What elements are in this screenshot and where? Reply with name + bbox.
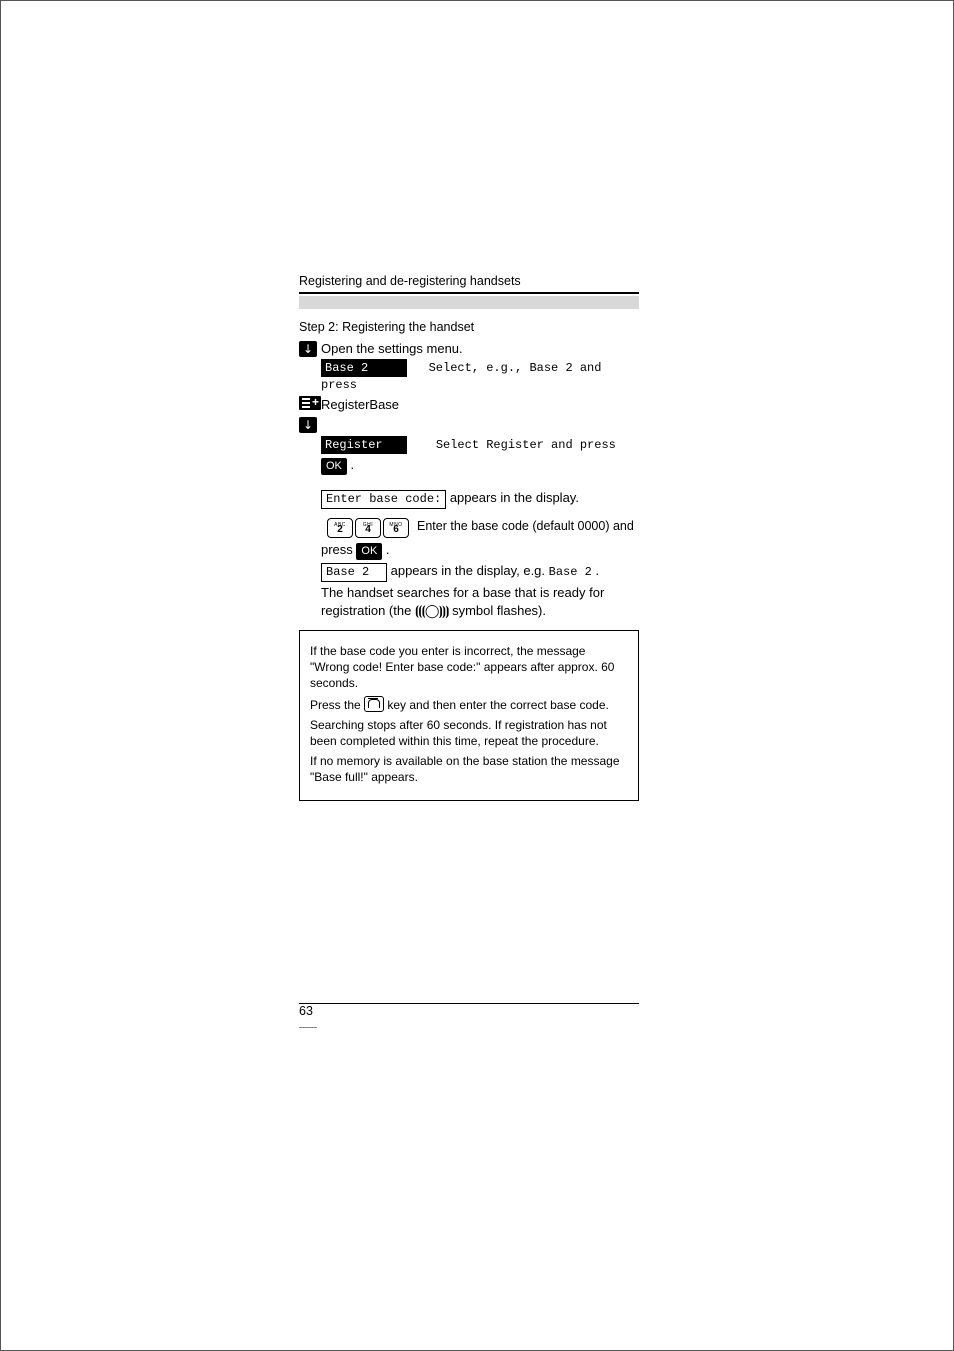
step-press-ok: press OK . [299, 541, 639, 560]
heading-block: Registering and de-registering handsets [299, 273, 639, 309]
txt-press: press [321, 542, 356, 557]
txt-register-code: Register [486, 438, 544, 452]
spacer [299, 511, 639, 515]
list-add-icon [299, 396, 321, 410]
info-p3: Searching stops after 60 seconds. If reg… [310, 717, 628, 749]
text-open-settings: Open the settings menu. [321, 340, 639, 358]
spacer [299, 477, 639, 487]
txt-appears-eg: appears in the display, e.g. [387, 563, 549, 578]
ok-pill-2: OK [356, 543, 382, 560]
step-select-register: Register Select Register and press [299, 436, 639, 454]
handset-key-icon[interactable] [364, 696, 384, 712]
txt-enter-code: Enter the base code (default 0000) and [417, 518, 634, 538]
page: Registering and de-registering handsets … [0, 0, 954, 1351]
txt-base2-code: Base 2 [529, 361, 572, 375]
ok-pill-1: OK [321, 458, 347, 475]
txt-registerbase: RegisterBase [321, 396, 639, 414]
content-column: Registering and de-registering handsets … [299, 273, 639, 801]
step-prompt: Enter base code: appears in the display. [299, 489, 639, 509]
step-down-arrow: ↓ [299, 416, 639, 434]
info-box: If the base code you enter is incorrect,… [299, 630, 639, 801]
txt-searching-1: The handset searches for a base that is … [321, 585, 604, 600]
base2-pill: Base 2 [321, 359, 407, 377]
txt-searching-2a: registration (the [321, 603, 415, 618]
down-arrow-icon-2: ↓ [299, 417, 317, 433]
key-row: ABC2 GHI4 MNO6 Enter the base code (defa… [327, 518, 639, 538]
key-2[interactable]: ABC2 [327, 518, 353, 538]
txt-appears-1: appears in the display. [446, 490, 579, 505]
txt-base2-code-2: Base 2 [549, 565, 592, 579]
step-ok-1: OK . [299, 456, 639, 475]
side-rule [299, 1027, 317, 1028]
step-heading: Step 2: Registering the handset [299, 319, 639, 336]
key-4[interactable]: GHI4 [355, 518, 381, 538]
txt-select-prefix-2: Select [436, 438, 486, 452]
info-p2: Press the key and then enter the correct… [310, 696, 628, 713]
register-pill: Register [321, 436, 407, 454]
down-arrow-icon: ↓ [299, 341, 317, 357]
footer-rule [299, 1003, 639, 1004]
rule-grey [299, 296, 639, 309]
step-searching: The handset searches for a base that is … [299, 584, 639, 620]
step-registerbase: RegisterBase [299, 396, 639, 415]
txt-searching-2b: symbol flashes). [448, 603, 546, 618]
txt-and-press-2: and press [544, 438, 616, 452]
step-select-base: Base 2 Select, e.g., Base 2 and press [299, 359, 639, 393]
key-6[interactable]: MNO6 [383, 518, 409, 538]
info-p1: If the base code you enter is incorrect,… [310, 643, 628, 692]
rule-thick [299, 292, 639, 294]
section-title: Registering and de-registering handsets [299, 273, 639, 290]
base2-box: Base 2 [321, 563, 387, 582]
step-base2-box: Base 2 appears in the display, e.g. Base… [299, 562, 639, 582]
page-number: 63 [299, 1003, 313, 1020]
step-open-settings: ↓ Open the settings menu. [299, 340, 639, 358]
txt-select-prefix: Select, e.g., [429, 361, 530, 375]
info-p4: If no memory is available on the base st… [310, 753, 628, 785]
enter-base-code-box: Enter base code: [321, 490, 446, 509]
sound-waves-icon: ⦗⦗⦗◯⦘⦘⦘ [415, 604, 449, 619]
